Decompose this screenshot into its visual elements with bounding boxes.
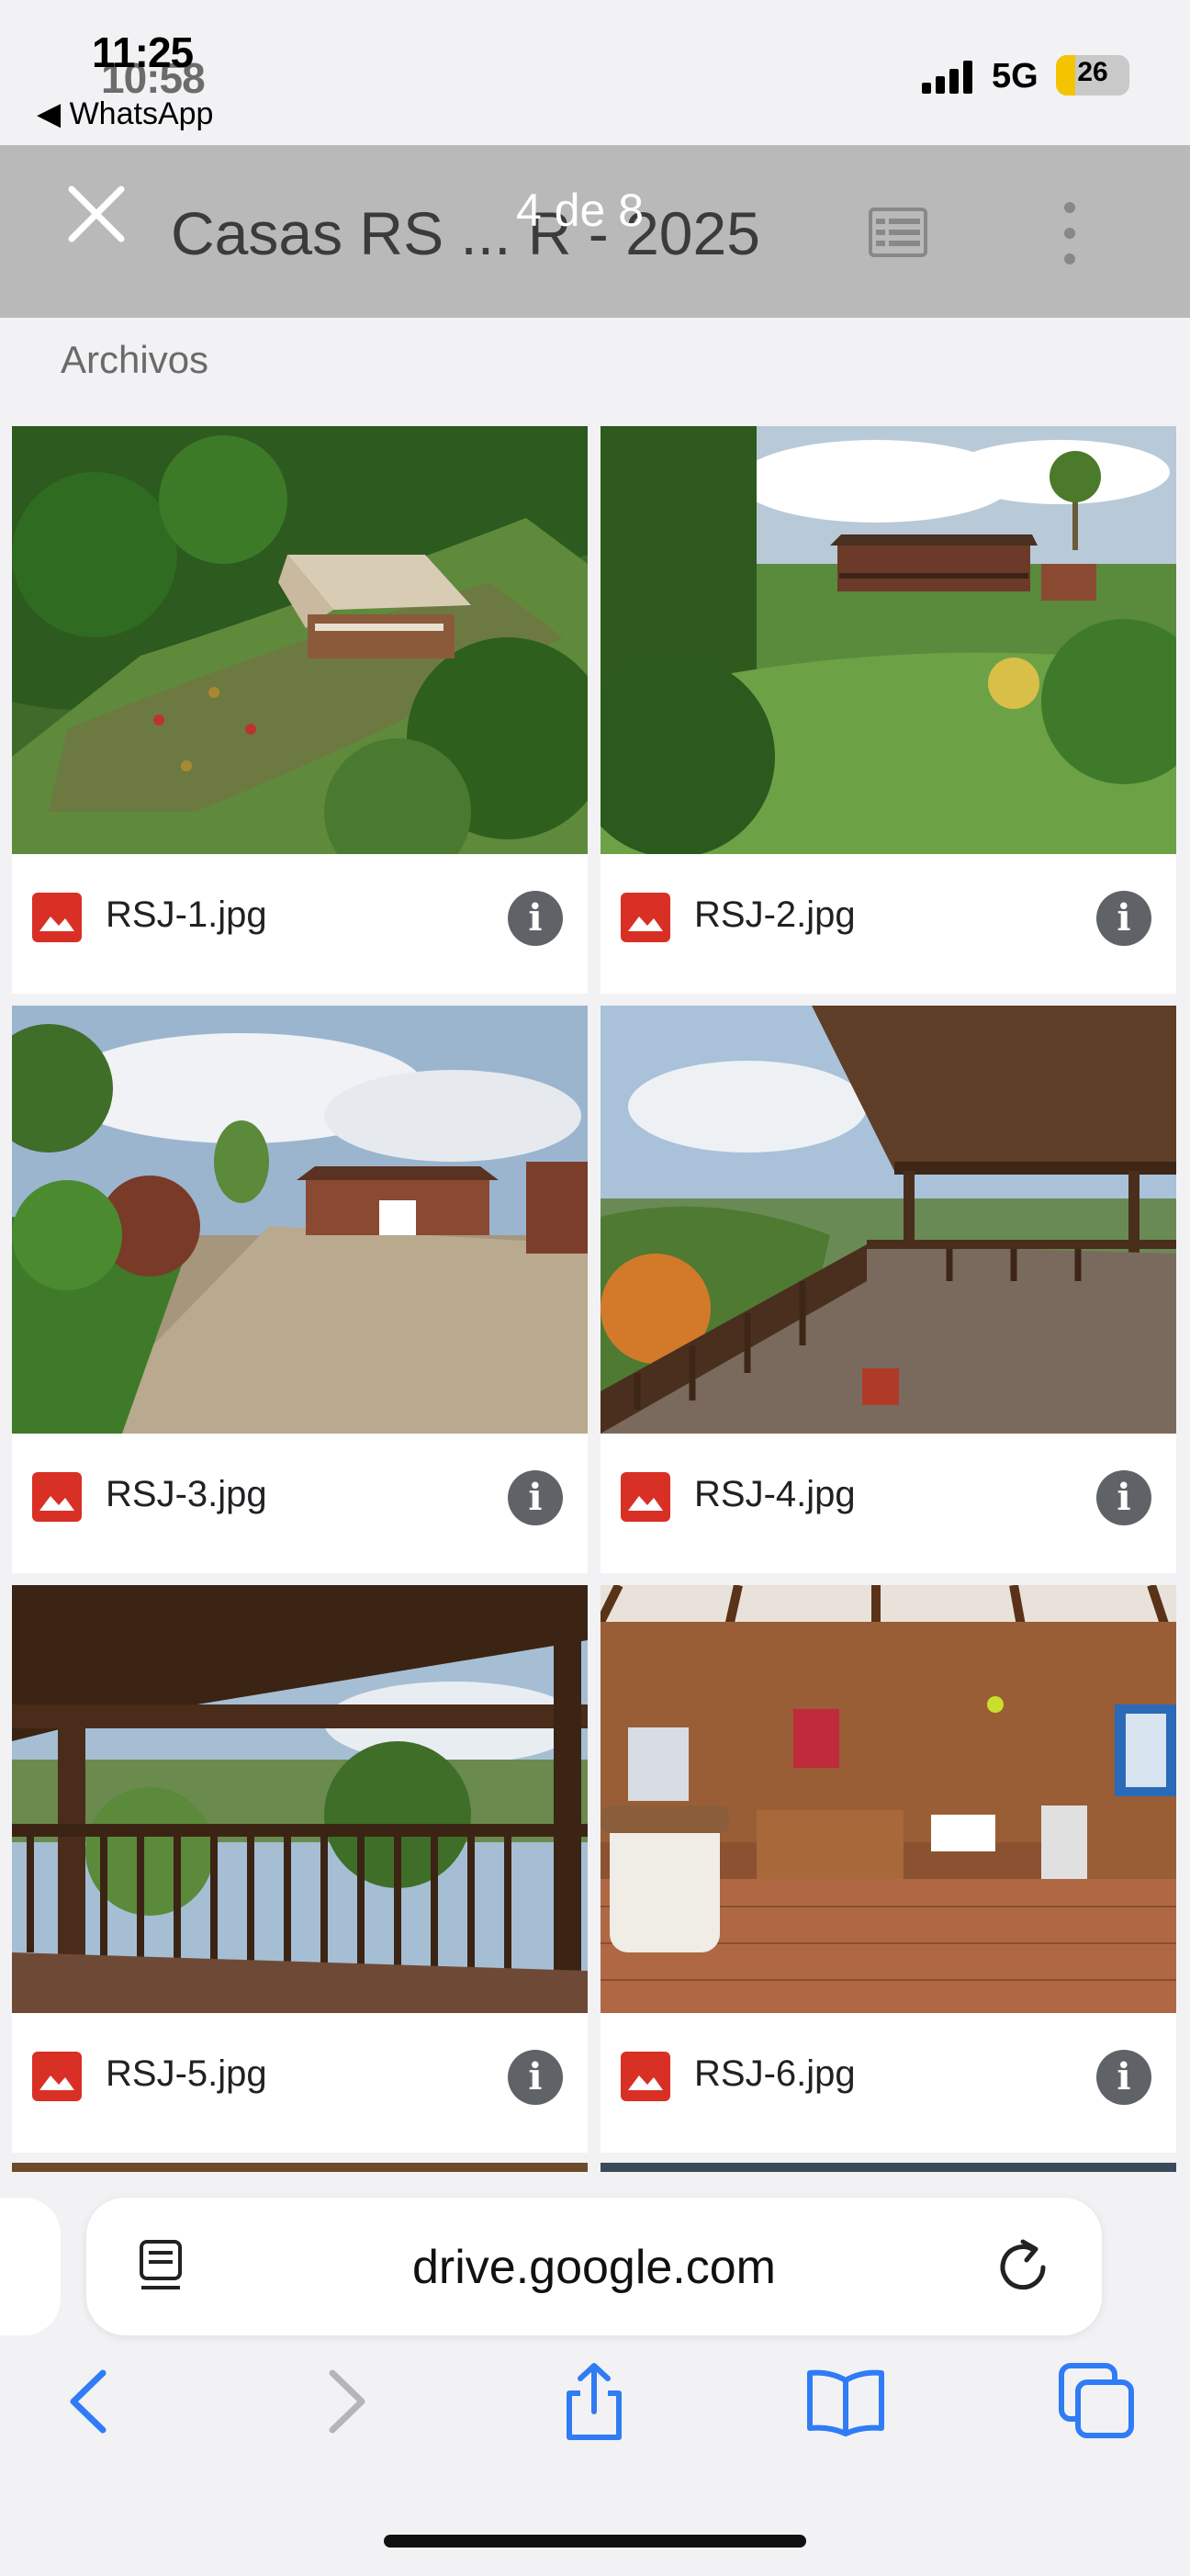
battery-icon: 26: [1056, 55, 1129, 96]
file-thumbnail[interactable]: [12, 426, 588, 854]
forward-arrow-icon[interactable]: [303, 2360, 386, 2443]
bookmarks-icon[interactable]: [804, 2360, 887, 2443]
info-icon[interactable]: i: [1096, 891, 1151, 946]
status-bar: 10:58 11:25 ◀ WhatsApp 5G 26: [0, 0, 1190, 138]
section-label: Archivos: [61, 338, 209, 381]
file-name: RSJ-1.jpg: [106, 894, 267, 935]
file-name: RSJ-5.jpg: [106, 2053, 267, 2094]
share-icon[interactable]: [553, 2360, 635, 2443]
image-file-icon: [32, 893, 82, 942]
file-thumbnail[interactable]: [12, 1585, 588, 2013]
more-vert-icon[interactable]: [1054, 197, 1085, 270]
reload-icon[interactable]: [995, 2236, 1054, 2297]
file-name: RSJ-6.jpg: [694, 2053, 856, 2094]
previous-tab-peek[interactable]: [0, 2198, 61, 2335]
image-file-icon: [32, 1472, 82, 1522]
status-time: 11:25: [92, 28, 194, 76]
address-bar[interactable]: drive.google.com: [86, 2198, 1102, 2335]
network-label: 5G: [992, 57, 1038, 96]
next-row-peek: [12, 2163, 588, 2172]
file-name: RSJ-4.jpg: [694, 1474, 856, 1514]
file-name: RSJ-2.jpg: [694, 894, 856, 935]
image-file-icon: [621, 1472, 670, 1522]
image-file-icon: [621, 2052, 670, 2101]
info-icon[interactable]: i: [508, 2050, 563, 2105]
file-card[interactable]: RSJ-6.jpg i: [601, 1585, 1176, 2153]
info-icon[interactable]: i: [508, 891, 563, 946]
info-icon[interactable]: i: [1096, 2050, 1151, 2105]
file-thumbnail[interactable]: [601, 1585, 1176, 2013]
info-icon[interactable]: i: [1096, 1470, 1151, 1525]
list-view-icon[interactable]: [869, 208, 927, 257]
info-icon[interactable]: i: [508, 1470, 563, 1525]
file-thumbnail[interactable]: [601, 1006, 1176, 1434]
battery-level: 26: [1077, 57, 1108, 87]
file-thumbnail[interactable]: [12, 1006, 588, 1434]
back-arrow-icon[interactable]: [50, 2360, 132, 2443]
file-name: RSJ-3.jpg: [106, 1474, 267, 1514]
file-card[interactable]: RSJ-5.jpg i: [12, 1585, 588, 2153]
image-counter: 4 de 8: [516, 185, 645, 236]
tabs-icon[interactable]: [1056, 2360, 1139, 2443]
folder-title: Casas RS ... R - 2025: [171, 199, 760, 267]
signal-icon: [922, 61, 972, 94]
back-to-whatsapp-link[interactable]: ◀ WhatsApp: [37, 96, 213, 132]
file-card[interactable]: RSJ-2.jpg i: [601, 426, 1176, 994]
home-indicator: [384, 2535, 806, 2548]
next-row-peek: [601, 2163, 1176, 2172]
close-icon[interactable]: [64, 182, 129, 246]
image-file-icon: [32, 2052, 82, 2101]
url-text[interactable]: drive.google.com: [86, 2240, 1102, 2295]
file-card[interactable]: RSJ-4.jpg i: [601, 1006, 1176, 1573]
file-thumbnail[interactable]: [601, 426, 1176, 854]
file-card[interactable]: RSJ-1.jpg i: [12, 426, 588, 994]
file-card[interactable]: RSJ-3.jpg i: [12, 1006, 588, 1573]
image-file-icon: [621, 893, 670, 942]
drive-header: Casas RS ... R - 2025 4 de 8: [0, 145, 1190, 318]
